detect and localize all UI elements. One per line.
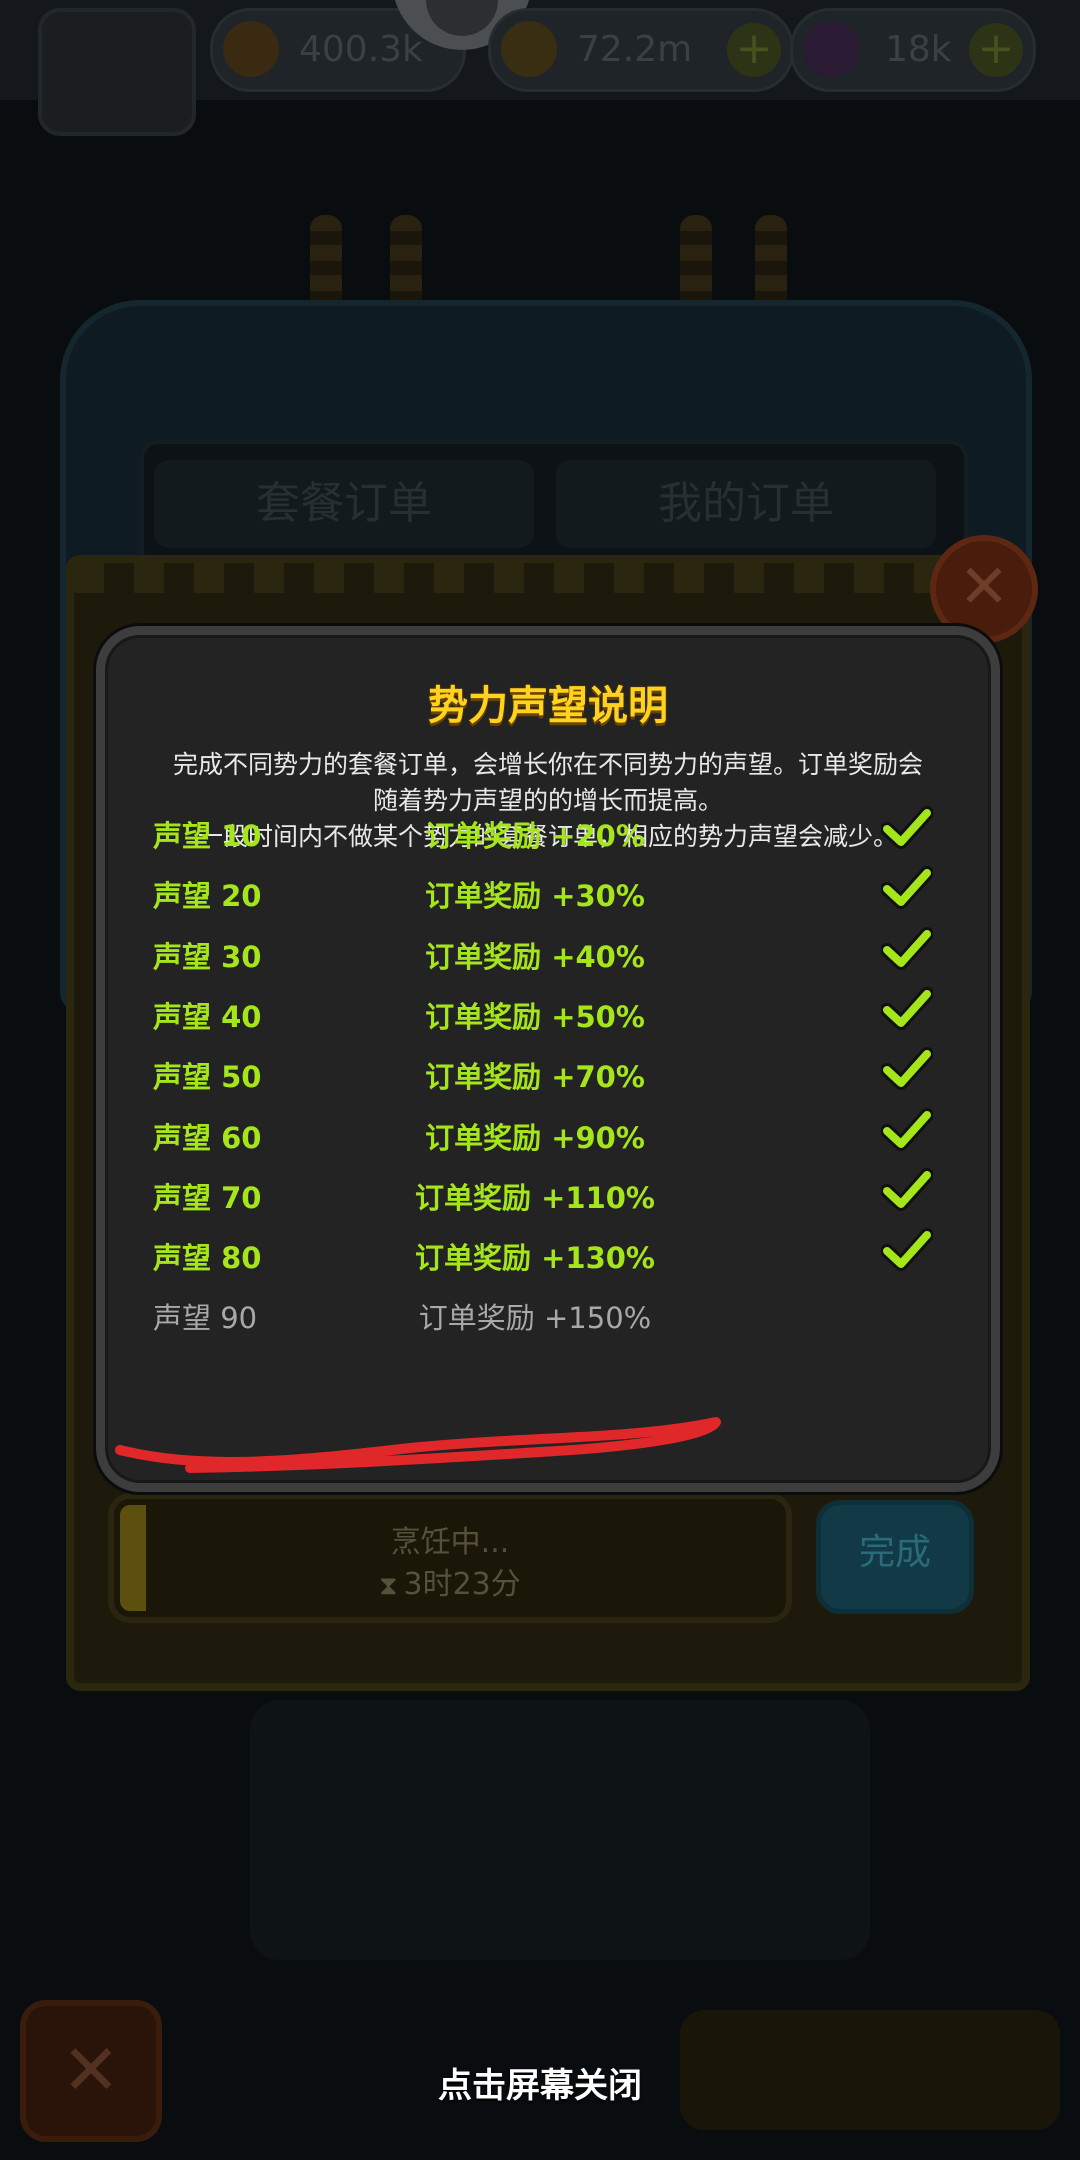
reputation-tier-row: 声望 20 订单奖励 +30% (105, 861, 991, 921)
order-bonus: 订单奖励 +110% (415, 1180, 655, 1215)
cooking-progress: 烹饪中... ⧗ 3时23分 (108, 1493, 792, 1623)
coin-icon (501, 21, 557, 77)
reputation-tier-row: 声望 10 订单奖励 +20% (105, 801, 991, 861)
order-tabs: 套餐订单 我的订单 (140, 440, 968, 568)
reputation-tier-row: 声望 50 订单奖励 +70% (105, 1042, 991, 1102)
reputation-level: 声望 40 (153, 999, 262, 1034)
kitchen-counter (250, 1700, 870, 1960)
check-icon (881, 1047, 933, 1091)
hourglass-icon: ⧗ (379, 1571, 398, 1601)
tab-set-meal-orders: 套餐订单 (154, 460, 534, 548)
reputation-tier-row: 声望 70 订单奖励 +110% (105, 1163, 991, 1223)
resource-coins: 72.2m + (488, 8, 794, 92)
check-icon (881, 926, 933, 970)
reputation-info-dialog: 势力声望说明 完成不同势力的套餐订单，会增长你在不同势力的声望。订单奖励会 随着… (96, 626, 1000, 1492)
reputation-tier-row: 声望 60 订单奖励 +90% (105, 1103, 991, 1163)
cooking-time-left: 3时23分 (403, 1567, 521, 1602)
order-bonus: 订单奖励 +40% (425, 939, 645, 974)
tap-to-close-hint[interactable]: 点击屏幕关闭 (0, 2058, 1080, 2107)
reputation-tier-row: 声望 90 订单奖励 +150% (105, 1283, 991, 1343)
order-bonus: 订单奖励 +70% (425, 1060, 645, 1095)
order-bonus: 订单奖励 +130% (415, 1241, 655, 1276)
reputation-level: 声望 50 (153, 1060, 262, 1095)
order-bonus: 订单奖励 +20% (425, 819, 645, 853)
check-icon (881, 806, 933, 849)
reputation-level: 声望 80 (153, 1241, 262, 1276)
reputation-tier-row: 声望 80 订单奖励 +130% (105, 1223, 991, 1283)
add-coins-button: + (727, 23, 781, 77)
reputation-level: 声望 20 (153, 879, 262, 914)
resource-gold-value: 400.3k (299, 29, 423, 70)
resource-coins-value: 72.2m (577, 29, 693, 70)
check-icon (881, 1167, 933, 1211)
resource-potion: 18k + (790, 8, 1036, 92)
check-icon (881, 986, 933, 1030)
level-badge (38, 8, 196, 136)
done-button: 完成 (816, 1500, 974, 1614)
reputation-level: 声望 10 (153, 819, 262, 853)
reputation-tier-row: 声望 30 订单奖励 +40% (105, 922, 991, 982)
gold-icon (223, 21, 279, 77)
reputation-tier-row: 声望 40 订单奖励 +50% (105, 982, 991, 1042)
check-icon (881, 866, 933, 910)
tab-my-orders: 我的订单 (556, 460, 936, 548)
reputation-level: 声望 70 (153, 1180, 262, 1215)
reputation-level: 声望 90 (153, 1301, 258, 1336)
cooking-status: 烹饪中... (390, 1525, 510, 1560)
cooking-timer: ⧗ 3时23分 (114, 1559, 786, 1603)
check-icon (881, 1228, 933, 1272)
check-icon (881, 1107, 933, 1151)
order-bonus: 订单奖励 +150% (418, 1301, 652, 1336)
reputation-level: 声望 30 (153, 939, 262, 974)
description-line: 完成不同势力的套餐订单，会增长你在不同势力的声望。订单奖励会 (172, 750, 923, 779)
order-bonus: 订单奖励 +50% (425, 999, 645, 1034)
add-potion-button: + (969, 23, 1023, 77)
order-bonus: 订单奖励 +30% (425, 879, 645, 914)
order-bonus: 订单奖励 +90% (425, 1120, 645, 1155)
reputation-level: 声望 60 (153, 1120, 262, 1155)
potion-icon (803, 21, 859, 77)
resource-potion-value: 18k (885, 29, 952, 70)
resource-bar: 400.3k 72.2m + 18k + (0, 0, 1080, 136)
dialog-title: 势力声望说明 (428, 683, 668, 729)
